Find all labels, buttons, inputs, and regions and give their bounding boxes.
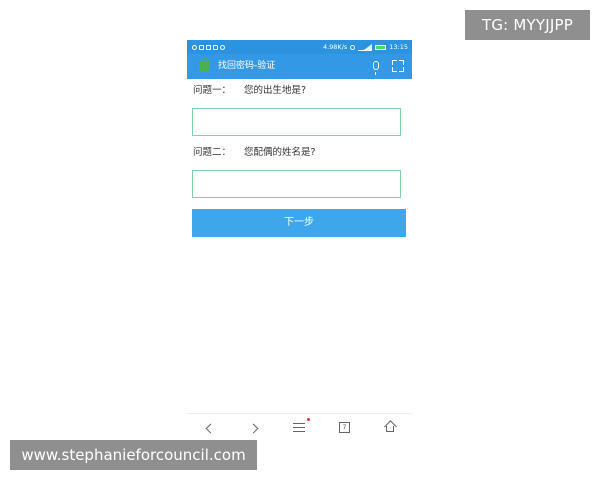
forward-icon[interactable]: [248, 423, 259, 434]
question1-label: 问题一：: [193, 85, 232, 96]
next-step-button[interactable]: 下一步: [192, 209, 406, 237]
watermark-bottom: www.stephanieforcouncil.com: [10, 440, 257, 470]
battery-icon: [375, 44, 387, 50]
tabs-icon[interactable]: 7: [339, 422, 350, 433]
question1-text: 您的出生地是?: [244, 85, 307, 96]
app-bar: 找回密码-验证: [187, 54, 412, 79]
signal-icon: [358, 43, 373, 51]
notification-icon: [206, 44, 211, 50]
answer1-input[interactable]: [192, 108, 401, 136]
status-bar: 4.98K/s 13:15: [187, 40, 412, 54]
question2-label: 问题二：: [193, 147, 232, 158]
phone-screen: 4.98K/s 13:15 找回密码-验证 问题一： 您的出生地是? 问题二： …: [187, 40, 412, 440]
scan-icon[interactable]: [392, 60, 404, 72]
status-time: 13:15: [389, 43, 408, 51]
status-right: 4.98K/s 13:15: [323, 40, 408, 54]
page-title: 找回密码-验证: [218, 61, 276, 71]
answer2-input[interactable]: [192, 170, 401, 198]
warning-icon: [213, 44, 218, 50]
notification-icons: [192, 40, 225, 54]
network-speed: 4.98K/s: [322, 43, 348, 51]
watermark-top: TG: MYYJJPP: [465, 10, 590, 40]
microphone-icon[interactable]: [373, 61, 379, 75]
question2-text: 您配偶的姓名是?: [244, 147, 316, 158]
notification-icon: [199, 44, 204, 50]
page: TG: MYYJJPP 4.98K/s 13:15 找回密码-验证 问题一： 您…: [0, 0, 600, 480]
notification-icon: [220, 44, 225, 50]
notification-dot: [307, 418, 310, 421]
alarm-icon: [350, 44, 356, 50]
bottom-nav: 7: [187, 413, 412, 440]
back-icon[interactable]: [205, 423, 216, 434]
home-icon[interactable]: [383, 420, 397, 433]
app-logo-icon: [199, 58, 210, 72]
menu-icon[interactable]: [293, 423, 305, 432]
notification-icon: [192, 44, 197, 50]
